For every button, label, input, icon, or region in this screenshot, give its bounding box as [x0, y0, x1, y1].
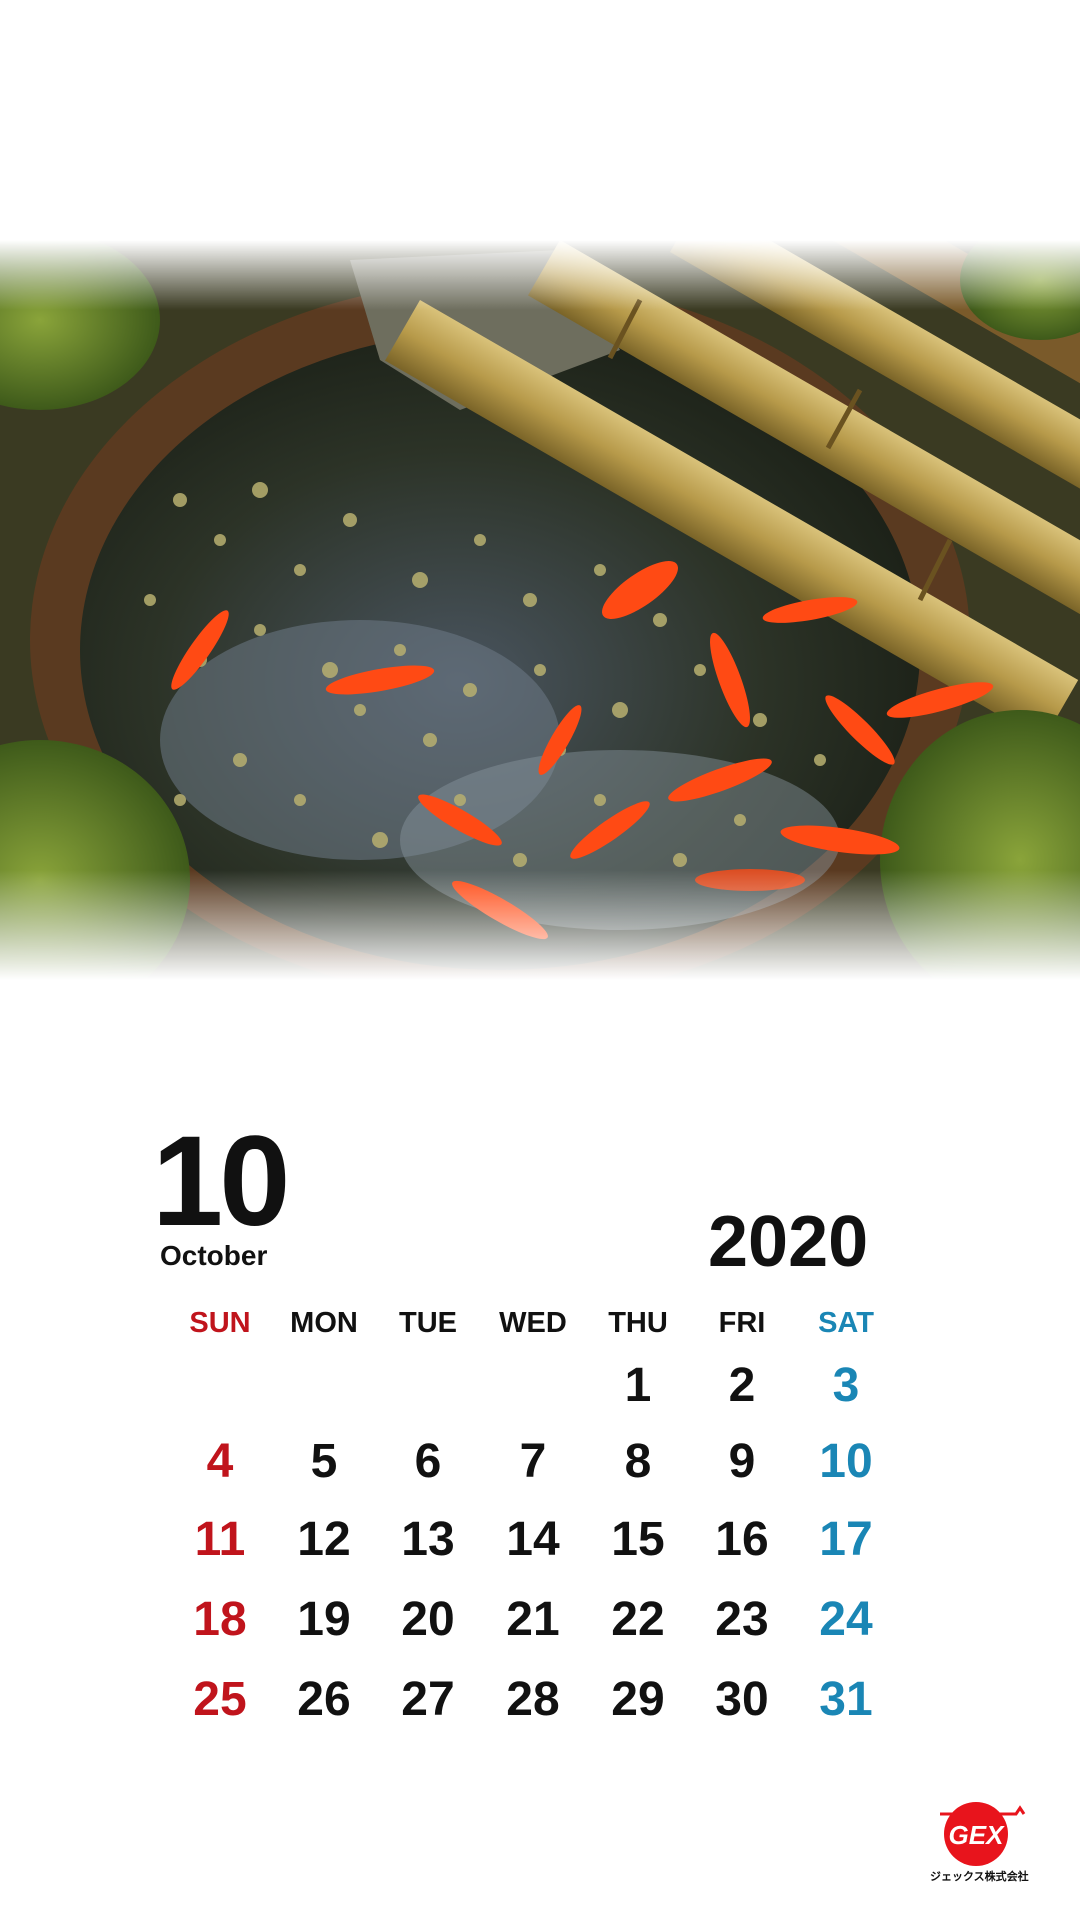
- date-cell: 24: [819, 1593, 873, 1646]
- date-cell: 29: [611, 1673, 665, 1726]
- date-cell: 2: [728, 1359, 756, 1412]
- date-cell: 19: [297, 1593, 351, 1646]
- date-cell: 14: [506, 1513, 560, 1566]
- date-cell: 27: [401, 1673, 455, 1726]
- photo-illustration: [0, 240, 1080, 980]
- weekday-thu: THU: [608, 1307, 668, 1339]
- date-cell: 20: [401, 1593, 455, 1646]
- logo-brand-text: GEX: [949, 1820, 1006, 1850]
- weekday-sat: SAT: [818, 1307, 874, 1339]
- date-cell: 15: [611, 1513, 665, 1566]
- weekday-fri: FRI: [718, 1307, 766, 1339]
- year: 2020: [708, 1202, 869, 1282]
- month-number: 10: [152, 1110, 290, 1253]
- date-cell: 4: [206, 1435, 234, 1488]
- date-cell: 12: [297, 1513, 351, 1566]
- date-cell: 1: [624, 1359, 652, 1412]
- date-cell: 8: [624, 1435, 652, 1488]
- date-cell: 13: [401, 1513, 455, 1566]
- date-cell: 9: [728, 1435, 756, 1488]
- weekday-mon: MON: [290, 1307, 358, 1339]
- date-cell: 18: [193, 1593, 247, 1646]
- weekday-wed: WED: [499, 1307, 567, 1339]
- date-cell: 10: [819, 1435, 873, 1488]
- date-cell: 25: [193, 1673, 247, 1726]
- date-cell: 7: [519, 1435, 547, 1488]
- month-name: October: [160, 1240, 268, 1271]
- date-cell: 5: [310, 1435, 338, 1488]
- dates-grid: 1 2 3 4 5 6 7 8 9 10 11 12 13 14 15 16 1…: [0, 1354, 1080, 1744]
- logo-company-name: ジェックス株式会社: [930, 1871, 1029, 1883]
- goldfish-pond-photo: [0, 240, 1080, 980]
- date-cell: 21: [506, 1593, 560, 1646]
- weekday-header-row: SUN MON TUE WED THU FRI SAT: [0, 1306, 1080, 1340]
- date-cell: 31: [819, 1673, 873, 1726]
- calendar-page: 10 October 2020 SUN MON TUE WED THU FRI …: [0, 0, 1080, 1920]
- date-cell: 11: [194, 1513, 246, 1566]
- date-cell: 23: [715, 1593, 769, 1646]
- date-cell: 16: [715, 1513, 769, 1566]
- weekday-sun: SUN: [189, 1307, 251, 1339]
- date-cell: 3: [832, 1359, 860, 1412]
- date-cell: 22: [611, 1593, 665, 1646]
- weekday-tue: TUE: [399, 1307, 457, 1339]
- date-cell: 17: [819, 1513, 873, 1566]
- date-cell: 30: [715, 1673, 769, 1726]
- date-cell: 28: [506, 1673, 560, 1726]
- date-cell: 6: [414, 1435, 442, 1488]
- date-cell: 26: [297, 1673, 351, 1726]
